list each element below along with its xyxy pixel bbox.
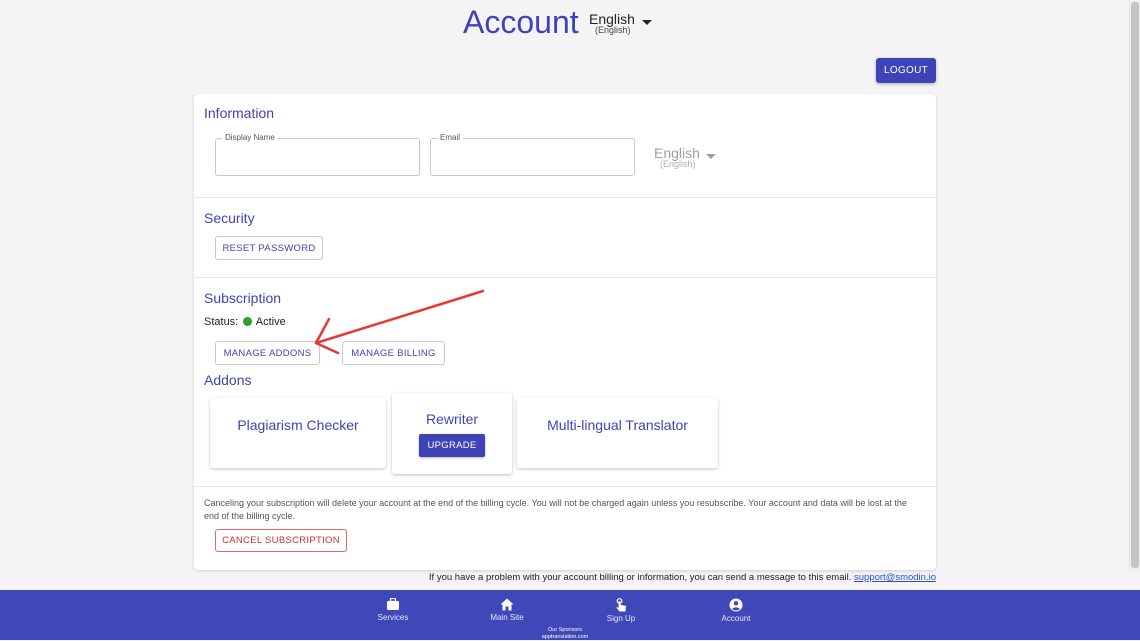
reset-password-button[interactable]: RESET PASSWORD: [215, 236, 323, 260]
subscription-status: Status: Active: [204, 316, 286, 328]
upgrade-button[interactable]: UPGRADE: [419, 434, 485, 457]
chevron-down-icon: [706, 154, 716, 159]
information-title: Information: [204, 105, 275, 121]
language-selector[interactable]: English (English): [589, 11, 652, 35]
logout-button[interactable]: LOGOUT: [876, 58, 936, 83]
touch-icon: [616, 598, 626, 612]
addon-name: Rewriter: [425, 411, 479, 427]
security-title: Security: [204, 210, 255, 226]
account-card: Information Display Name Email English (…: [194, 94, 936, 570]
support-text: If you have a problem with your account …: [428, 572, 852, 583]
status-label: Status:: [204, 316, 239, 328]
language-native-name: (English): [595, 25, 631, 35]
profile-language-name: English: [654, 145, 700, 161]
sponsors: Our Sponsors apptranslation.com: [520, 627, 610, 641]
support-email-link[interactable]: support@smodin.io: [854, 572, 936, 583]
nav-main-site[interactable]: Main Site: [472, 598, 542, 622]
email-input[interactable]: [431, 139, 634, 175]
page-title: Account: [463, 4, 579, 40]
addon-card-plagiarism-checker[interactable]: Plagiarism Checker: [210, 398, 386, 468]
addon-card-rewriter[interactable]: Rewriter UPGRADE: [392, 393, 512, 474]
display-name-input[interactable]: [216, 139, 419, 175]
section-divider: [194, 197, 936, 198]
sponsors-title: Our Sponsors: [548, 627, 582, 633]
display-name-label: Display Name: [222, 133, 278, 142]
profile-language-native-name: (English): [660, 159, 696, 169]
display-name-field[interactable]: Display Name: [215, 133, 420, 176]
addon-name: Plagiarism Checker: [237, 417, 359, 433]
status-value: Active: [255, 316, 286, 328]
email-field[interactable]: Email: [430, 133, 635, 176]
addons-title: Addons: [204, 372, 252, 388]
addon-card-multilingual-translator[interactable]: Multi-lingual Translator: [517, 398, 718, 468]
profile-language-selector[interactable]: English (English): [654, 145, 716, 169]
manage-billing-button[interactable]: MANAGE BILLING: [342, 341, 445, 365]
manage-addons-button[interactable]: MANAGE ADDONS: [215, 341, 320, 365]
home-icon: [500, 598, 514, 611]
status-active-dot: [243, 317, 253, 326]
briefcase-icon: [387, 598, 399, 610]
section-divider: [194, 486, 936, 487]
nav-services[interactable]: Services: [358, 598, 428, 622]
cancel-subscription-note: Canceling your subscription will delete …: [204, 498, 907, 521]
page-header: Account English (English): [0, 0, 1130, 50]
account-circle-icon: [729, 598, 743, 612]
nav-label: Services: [377, 613, 409, 622]
nav-label: Account: [721, 614, 751, 623]
email-label: Email: [437, 133, 464, 142]
page-scrollbar[interactable]: [1129, 0, 1140, 572]
chevron-down-icon: [642, 20, 652, 25]
cancel-subscription-button[interactable]: CANCEL SUBSCRIPTION: [215, 529, 347, 552]
bottom-nav: Services Main Site Sign Up Account Our S…: [0, 590, 1140, 640]
nav-label: Main Site: [490, 613, 524, 622]
nav-label: Sign Up: [606, 614, 636, 623]
support-message: If you have a problem with your account …: [429, 572, 936, 583]
subscription-title: Subscription: [204, 290, 282, 306]
section-divider: [194, 277, 936, 278]
language-name: English: [589, 11, 635, 27]
addon-name: Multi-lingual Translator: [547, 417, 688, 433]
nav-account[interactable]: Account: [701, 598, 771, 623]
scrollbar-thumb[interactable]: [1131, 2, 1139, 568]
nav-sign-up[interactable]: Sign Up: [586, 598, 656, 623]
